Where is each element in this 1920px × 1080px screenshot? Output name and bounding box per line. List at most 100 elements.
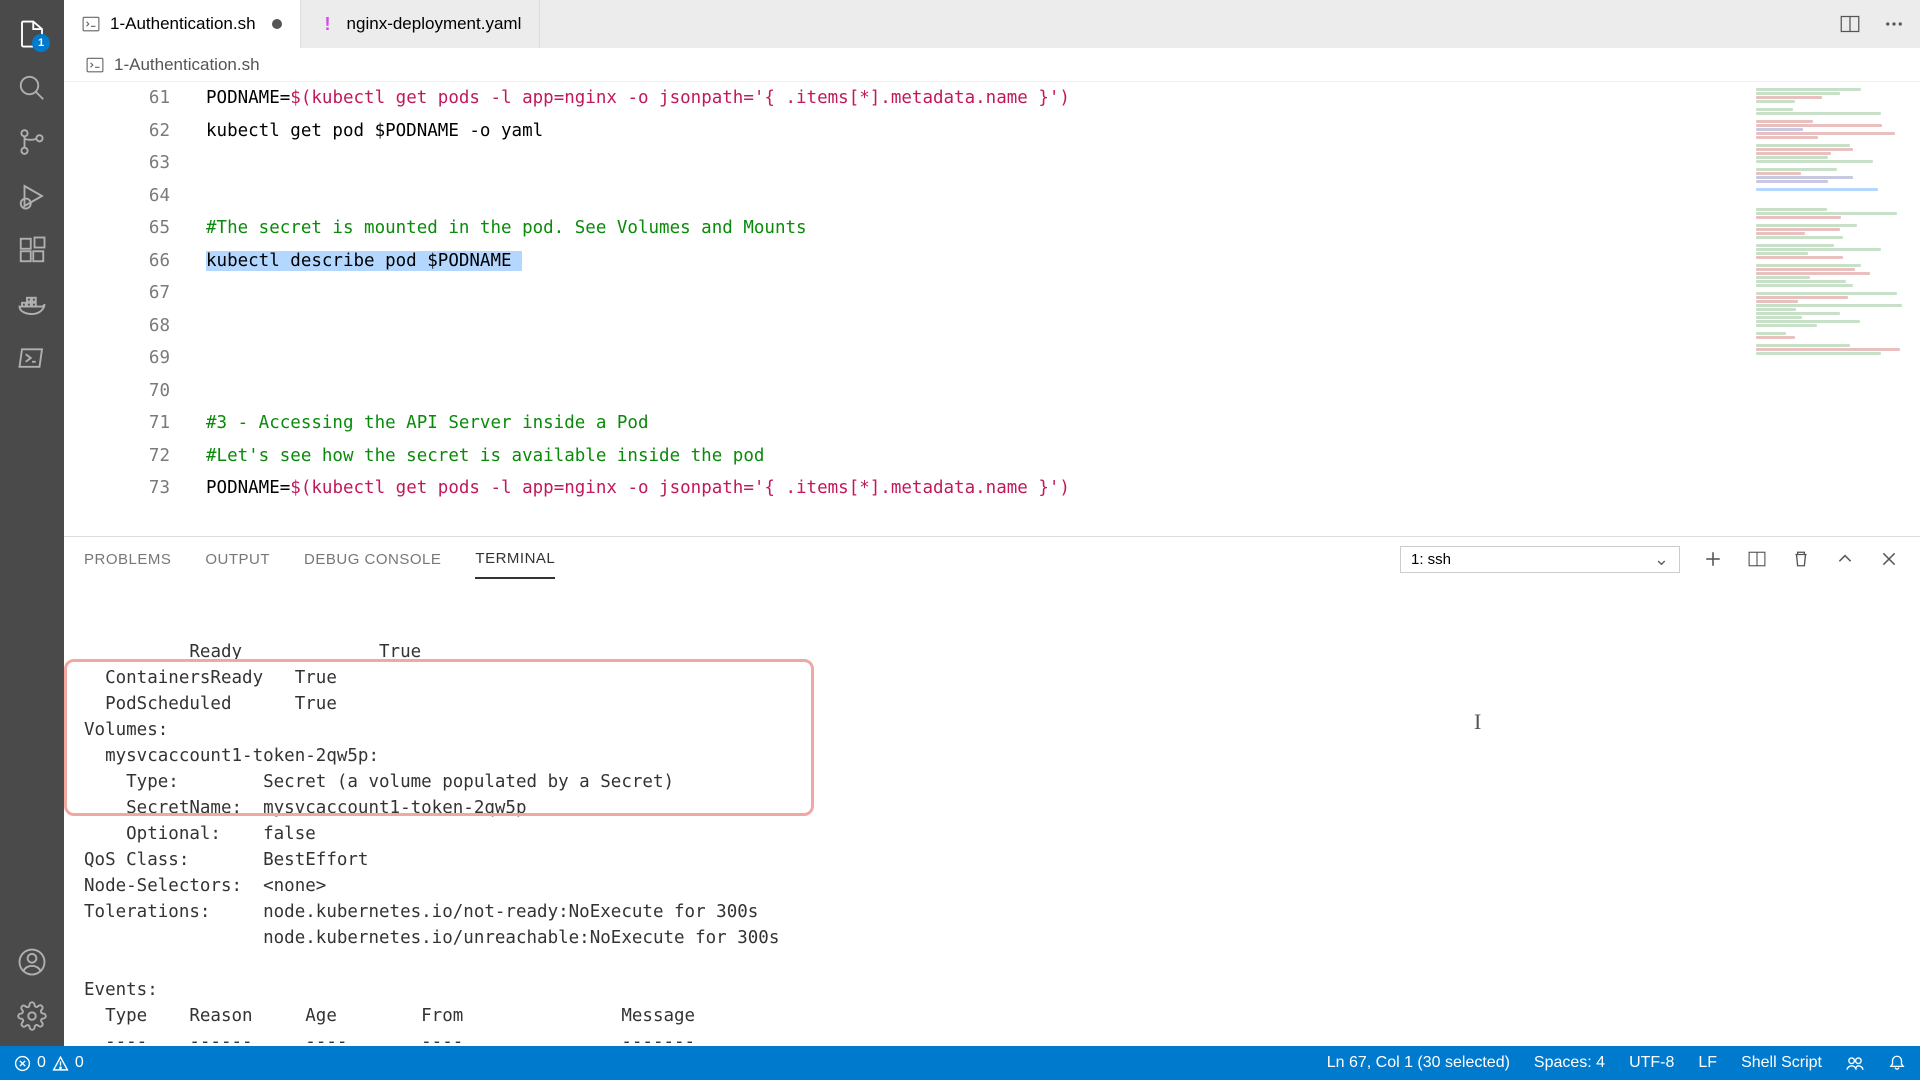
status-errors[interactable]: 0 bbox=[14, 1054, 46, 1072]
split-editor-icon[interactable] bbox=[1836, 10, 1864, 38]
accounts-icon[interactable] bbox=[8, 938, 56, 986]
minimap-line bbox=[1756, 236, 1843, 239]
code-line[interactable]: 67 bbox=[64, 277, 1750, 310]
code-content: #Let's see how the secret is available i… bbox=[206, 440, 1750, 473]
status-eol[interactable]: LF bbox=[1698, 1054, 1717, 1072]
code-line[interactable]: 63 bbox=[64, 147, 1750, 180]
source-control-icon[interactable] bbox=[8, 118, 56, 166]
split-terminal-icon[interactable] bbox=[1746, 548, 1768, 570]
line-number: 62 bbox=[64, 115, 206, 148]
status-cursor[interactable]: Ln 67, Col 1 (30 selected) bbox=[1327, 1054, 1510, 1072]
minimap-line bbox=[1756, 148, 1853, 151]
code-line[interactable]: 64 bbox=[64, 180, 1750, 213]
status-encoding[interactable]: UTF-8 bbox=[1629, 1054, 1674, 1072]
maximize-panel-icon[interactable] bbox=[1834, 548, 1856, 570]
minimap-line bbox=[1756, 252, 1808, 255]
settings-icon[interactable] bbox=[8, 992, 56, 1040]
extensions-icon[interactable] bbox=[8, 226, 56, 274]
tab-authentication[interactable]: 1-Authentication.sh bbox=[64, 0, 301, 48]
minimap-line bbox=[1756, 268, 1855, 271]
tab-terminal[interactable]: TERMINAL bbox=[475, 540, 555, 579]
code-line[interactable]: 69 bbox=[64, 342, 1750, 375]
tab-debug-console[interactable]: DEBUG CONSOLE bbox=[304, 541, 441, 578]
minimap-line bbox=[1756, 112, 1881, 115]
code-line[interactable]: 68 bbox=[64, 310, 1750, 343]
minimap-line bbox=[1756, 152, 1831, 155]
code-content: #The secret is mounted in the pod. See V… bbox=[206, 212, 1750, 245]
error-count: 0 bbox=[37, 1054, 46, 1072]
minimap-line bbox=[1756, 104, 1792, 107]
more-actions-icon[interactable] bbox=[1880, 10, 1908, 38]
search-icon[interactable] bbox=[8, 64, 56, 112]
minimap-line bbox=[1756, 224, 1857, 227]
minimap-line bbox=[1756, 256, 1843, 259]
minimap-line bbox=[1756, 332, 1786, 335]
explorer-icon[interactable]: 1 bbox=[8, 10, 56, 58]
minimap-line bbox=[1756, 308, 1796, 311]
minimap-line bbox=[1756, 316, 1802, 319]
code-editor[interactable]: 61PODNAME=$(kubectl get pods -l app=ngin… bbox=[64, 82, 1750, 536]
minimap-line bbox=[1756, 272, 1870, 275]
minimap-line bbox=[1756, 296, 1848, 299]
status-language[interactable]: Shell Script bbox=[1741, 1054, 1822, 1072]
minimap-line bbox=[1756, 120, 1813, 123]
terminal-selector[interactable]: 1: ssh bbox=[1400, 546, 1680, 573]
line-number: 71 bbox=[64, 407, 206, 440]
line-number: 66 bbox=[64, 245, 206, 278]
code-line[interactable]: 73PODNAME=$(kubectl get pods -l app=ngin… bbox=[64, 472, 1750, 505]
kill-terminal-icon[interactable] bbox=[1790, 548, 1812, 570]
tab-output[interactable]: OUTPUT bbox=[205, 541, 270, 578]
powershell-icon[interactable] bbox=[8, 334, 56, 382]
minimap-line bbox=[1756, 228, 1840, 231]
code-line[interactable]: 61PODNAME=$(kubectl get pods -l app=ngin… bbox=[64, 82, 1750, 115]
tab-nginx-deployment[interactable]: ! nginx-deployment.yaml bbox=[301, 0, 541, 48]
minimap-line bbox=[1756, 184, 1792, 187]
code-line[interactable]: 62kubectl get pod $PODNAME -o yaml bbox=[64, 115, 1750, 148]
shell-file-icon bbox=[82, 15, 100, 33]
minimap-line bbox=[1756, 244, 1834, 247]
code-line[interactable]: 66kubectl describe pod $PODNAME bbox=[64, 245, 1750, 278]
minimap-line bbox=[1756, 280, 1846, 283]
minimap-line bbox=[1756, 284, 1853, 287]
tab-problems[interactable]: PROBLEMS bbox=[84, 541, 171, 578]
bottom-panel: PROBLEMS OUTPUT DEBUG CONSOLE TERMINAL 1… bbox=[64, 536, 1920, 1046]
notifications-icon[interactable] bbox=[1888, 1054, 1906, 1072]
line-number: 68 bbox=[64, 310, 206, 343]
explorer-badge: 1 bbox=[32, 34, 50, 52]
minimap-line bbox=[1756, 264, 1861, 267]
code-line[interactable]: 70 bbox=[64, 375, 1750, 408]
docker-icon[interactable] bbox=[8, 280, 56, 328]
code-line[interactable]: 72#Let's see how the secret is available… bbox=[64, 440, 1750, 473]
minimap-line bbox=[1756, 248, 1881, 251]
breadcrumb[interactable]: 1-Authentication.sh bbox=[64, 48, 1920, 82]
highlight-box bbox=[64, 659, 814, 816]
minimap-line bbox=[1756, 168, 1837, 171]
line-number: 63 bbox=[64, 147, 206, 180]
code-content: PODNAME=$(kubectl get pods -l app=nginx … bbox=[206, 82, 1750, 115]
minimap-line bbox=[1756, 156, 1828, 159]
minimap-line bbox=[1756, 348, 1900, 351]
terminal-output[interactable]: Ready True ContainersReady True PodSched… bbox=[64, 581, 1920, 1046]
minimap[interactable] bbox=[1750, 82, 1920, 536]
debug-icon[interactable] bbox=[8, 172, 56, 220]
code-line[interactable]: 71#3 - Accessing the API Server inside a… bbox=[64, 407, 1750, 440]
minimap-line bbox=[1756, 124, 1882, 127]
minimap-line bbox=[1756, 164, 1797, 167]
text-cursor-icon: I bbox=[1474, 709, 1481, 735]
status-warnings[interactable]: 0 bbox=[52, 1054, 84, 1072]
feedback-icon[interactable] bbox=[1846, 1054, 1864, 1072]
minimap-line bbox=[1756, 140, 1888, 143]
new-terminal-icon[interactable] bbox=[1702, 548, 1724, 570]
line-number: 69 bbox=[64, 342, 206, 375]
minimap-line bbox=[1756, 96, 1822, 99]
minimap-line bbox=[1756, 288, 1846, 291]
line-number: 61 bbox=[64, 82, 206, 115]
status-bar: 0 0 Ln 67, Col 1 (30 selected) Spaces: 4… bbox=[0, 1046, 1920, 1080]
close-panel-icon[interactable] bbox=[1878, 548, 1900, 570]
breadcrumb-file: 1-Authentication.sh bbox=[114, 55, 260, 75]
code-line[interactable]: 65#The secret is mounted in the pod. See… bbox=[64, 212, 1750, 245]
minimap-line bbox=[1756, 324, 1817, 327]
minimap-line bbox=[1756, 220, 1842, 223]
minimap-line bbox=[1756, 100, 1795, 103]
status-spaces[interactable]: Spaces: 4 bbox=[1534, 1054, 1605, 1072]
